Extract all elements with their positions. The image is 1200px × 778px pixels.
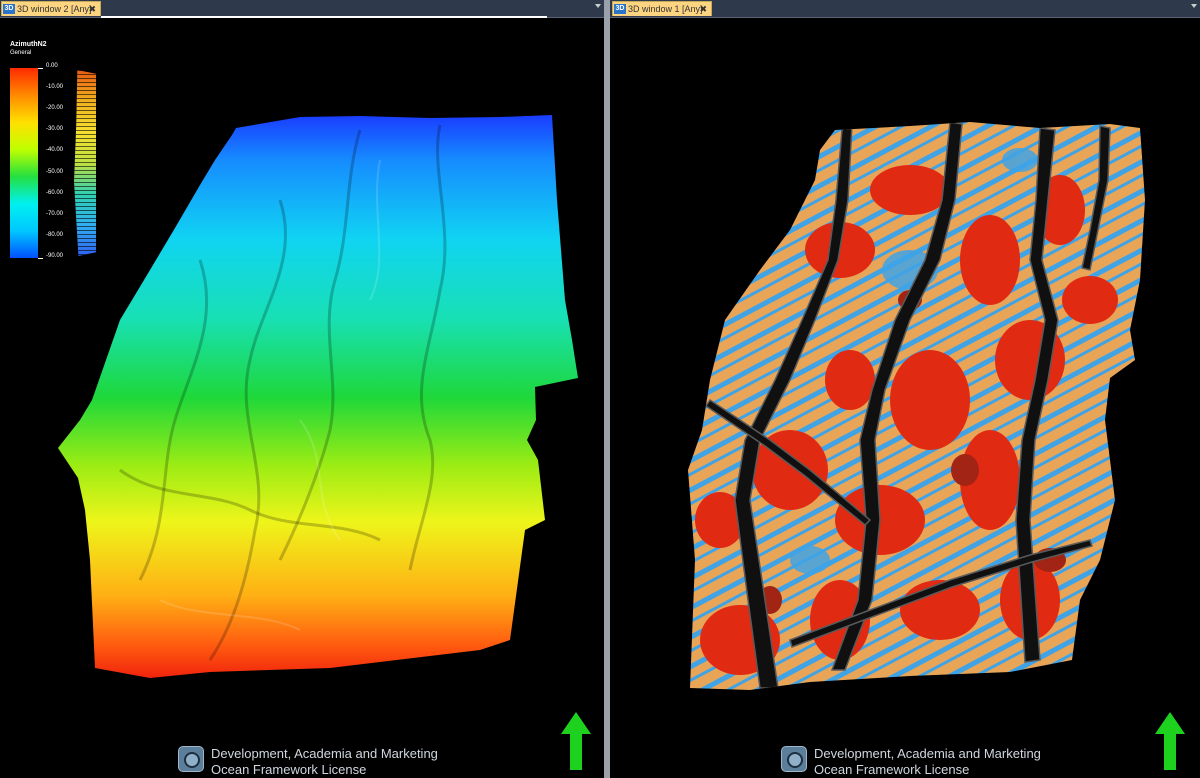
close-icon[interactable]: ✖ [88,2,96,16]
watermark-line2: Ocean Framework License [211,762,367,777]
legend-tick-label: -70.00 [46,210,64,217]
ocean-logo-icon [178,746,204,772]
legend-tick-label: -20.00 [46,105,64,112]
3d-viewport[interactable]: Development, Academia and Marketing Ocea… [610,18,1200,778]
legend-tick-label: -80.00 [46,231,64,238]
watermark-line1: Development, Academia and Marketing [211,746,438,761]
legend-tick-label: -40.00 [46,147,64,154]
tab-label: 3D window 1 [Any] [628,4,703,14]
tab-3d-window-2[interactable]: 3D 3D window 2 [Any] ✖ [1,1,101,16]
north-arrow-icon [561,712,591,770]
legend-subtitle: General [10,50,32,56]
north-arrow-icon [1155,712,1185,770]
legend-tick-label: -10.00 [46,84,64,91]
3d-window-2[interactable]: 3D 3D window 2 [Any] ✖ AzimuthN2 General… [0,0,604,778]
legend-tick-label: -50.00 [46,168,64,175]
legend-tick-label: -30.00 [46,126,64,133]
ocean-logo-icon [781,746,807,772]
3d-window-1[interactable]: 3D 3D window 1 [Any] ✖ Development, Acad… [610,0,1200,778]
legend-tick-label: 0.00 [46,63,58,69]
tab-label: 3D window 2 [Any] [17,4,92,14]
window-menu-chevron-icon[interactable] [595,4,601,8]
tab-3d-window-1[interactable]: 3D 3D window 1 [Any] ✖ [612,1,712,16]
close-icon[interactable]: ✖ [699,2,707,16]
tab-strip: 3D 3D window 1 [Any] ✖ [610,0,1200,18]
legend-color-bar [10,68,38,258]
window-menu-chevron-icon[interactable] [1191,4,1197,8]
3d-window-icon: 3D [614,4,626,14]
watermark-line2: Ocean Framework License [814,762,970,777]
horizon-surface-faulted [688,122,1145,690]
legend-tick-label: -90.00 [46,253,64,259]
3d-viewport[interactable]: AzimuthN2 General 0.00 -10.00 -20.00 -30.00… [0,18,604,778]
legend-tick-label: -60.00 [46,189,64,196]
watermark-line1: Development, Academia and Marketing [814,746,1041,761]
3d-window-icon: 3D [3,4,15,14]
legend-histogram [74,70,96,256]
legend-title: AzimuthN2 [10,41,47,48]
